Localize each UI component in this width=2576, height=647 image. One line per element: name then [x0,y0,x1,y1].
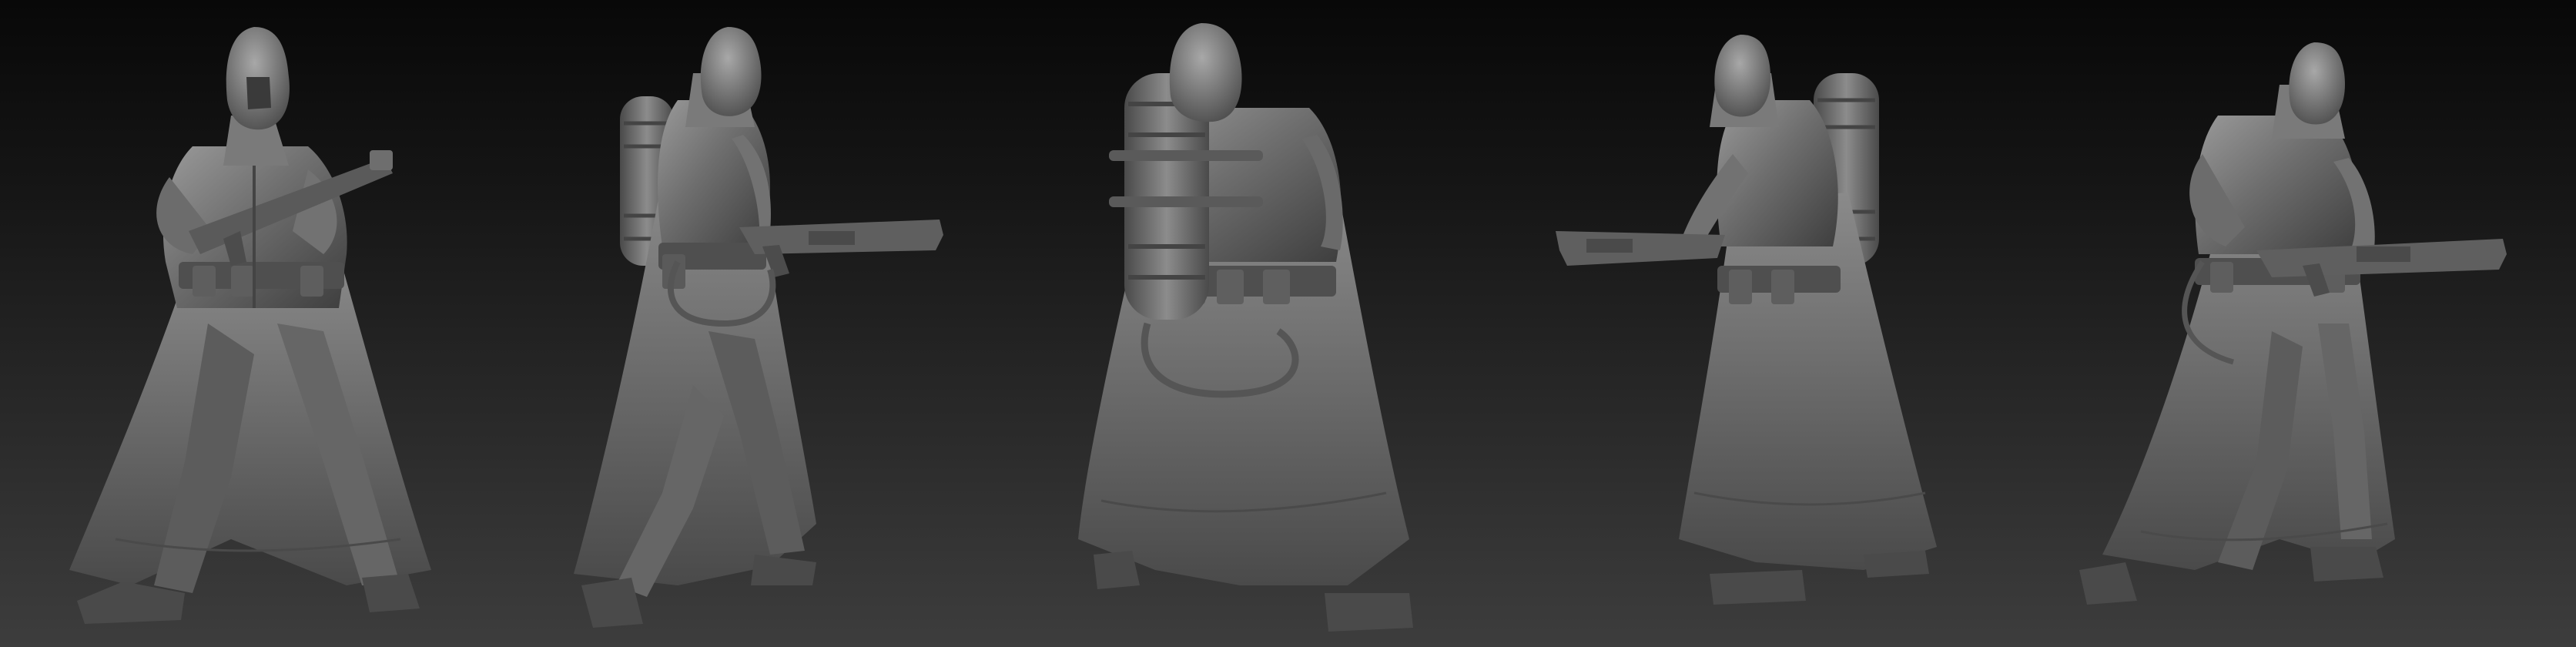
figure-front-three-quarter [69,27,431,624]
figure-front-right-three-quarter [2079,42,2507,605]
turnaround-render [69,23,2507,632]
figure-back [1078,23,1413,632]
sculpt-viewport [0,0,2576,647]
figure-side-right [574,27,943,628]
figure-side-left [1556,35,1937,605]
